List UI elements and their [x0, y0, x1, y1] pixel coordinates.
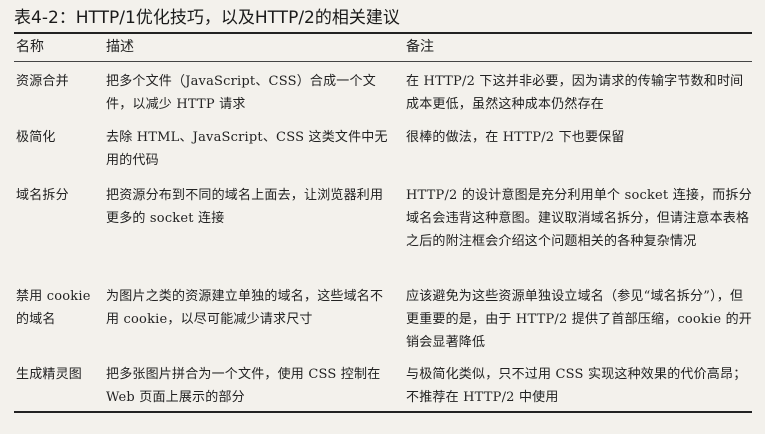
cell-note: 很棒的做法，在 HTTP/2 下也要保留	[406, 130, 625, 145]
table-header: 名称 描述 备注	[14, 32, 752, 62]
cell-note: HTTP/2 的设计意图是充分利用单个 socket 连接，而拆分域名会违背这种…	[406, 188, 752, 249]
cell-name: 域名拆分	[16, 188, 69, 203]
cell-description: 把多张图片拼合为一个文件，使用 CSS 控制在 Web 页面上展示的部分	[106, 354, 406, 413]
header-row: 名称 描述 备注	[14, 32, 752, 62]
table-caption: 表4-2：HTTP/1优化技巧，以及HTTP/2的相关建议	[14, 8, 400, 28]
table-row: 资源合并 把多个文件（JavaScript、CSS）合成一个文件，以减少 HTT…	[14, 62, 752, 117]
document-page: 表4-2：HTTP/1优化技巧，以及HTTP/2的相关建议 名称 描述 备注 资…	[0, 0, 765, 434]
header-name: 名称	[14, 32, 106, 62]
cell-note: 在 HTTP/2 下这并非必要，因为请求的传输字节数和时间成本更低，虽然这种成本…	[406, 74, 744, 112]
header-note: 备注	[406, 32, 752, 62]
table-row: 生成精灵图 把多张图片拼合为一个文件，使用 CSS 控制在 Web 页面上展示的…	[14, 354, 752, 413]
cell-note: 与极简化类似，只不过用 CSS 实现这种效果的代价高昂；不推荐在 HTTP/2 …	[406, 354, 752, 413]
table-row: 禁用 cookie 的域名 为图片之类的资源建立单独的域名，这些域名不用 coo…	[14, 276, 752, 354]
optimization-table: 名称 描述 备注 资源合并 把多个文件（JavaScript、CSS）合成一个文…	[14, 32, 752, 413]
cell-name: 禁用 cookie 的域名	[16, 289, 91, 327]
table-row: 极简化 去除 HTML、JavaScript、CSS 这类文件中无用的代码 很棒…	[14, 116, 752, 172]
cell-description: 把资源分布到不同的域名上面去，让浏览器利用更多的 socket 连接	[106, 188, 384, 226]
cell-note: 应该避免为这些资源单独设立域名（参见“域名拆分”），但更重要的是，由于 HTTP…	[406, 289, 752, 350]
cell-name: 资源合并	[16, 74, 69, 89]
cell-description: 去除 HTML、JavaScript、CSS 这类文件中无用的代码	[106, 130, 388, 168]
table-row: 域名拆分 把资源分布到不同的域名上面去，让浏览器利用更多的 socket 连接 …	[14, 172, 752, 276]
cell-name: 极简化	[16, 130, 56, 145]
table-body: 资源合并 把多个文件（JavaScript、CSS）合成一个文件，以减少 HTT…	[14, 62, 752, 413]
cell-description: 为图片之类的资源建立单独的域名，这些域名不用 cookie，以尽可能减少请求尺寸	[106, 289, 384, 327]
header-description: 描述	[106, 32, 406, 62]
cell-name: 生成精灵图	[14, 354, 106, 413]
cell-description: 把多个文件（JavaScript、CSS）合成一个文件，以减少 HTTP 请求	[106, 74, 376, 112]
